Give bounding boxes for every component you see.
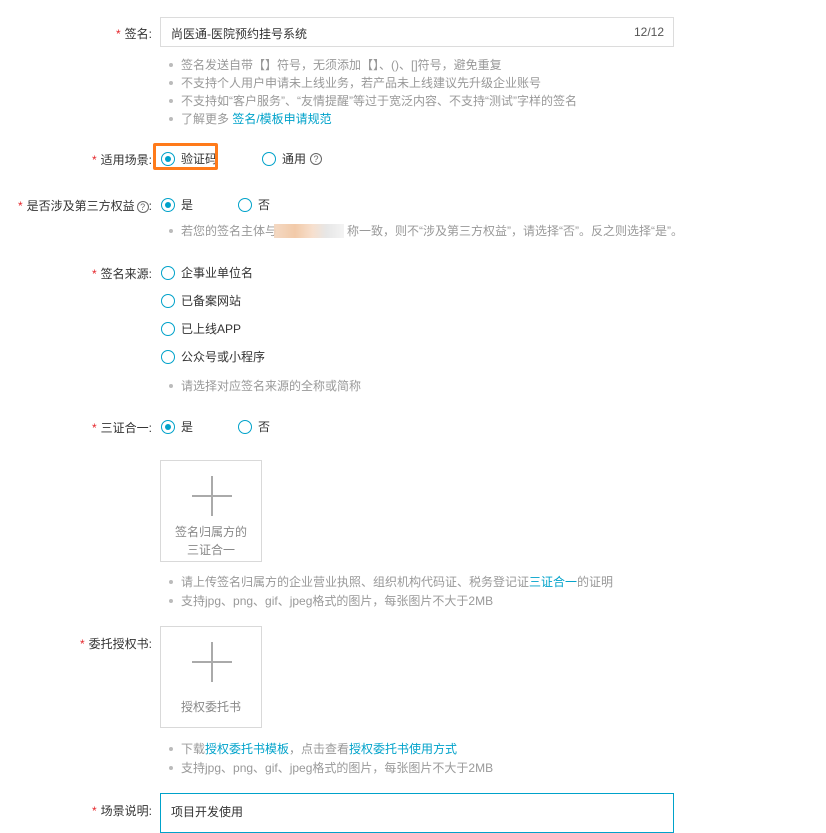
three-in-one-link[interactable]: 三证合一 — [529, 575, 577, 589]
signature-hint-more: 了解更多 签名/模板申请规范 — [166, 110, 332, 128]
signature-hint-2: 不支持个人用户申请未上线业务，若产品未上线建议先升级企业账号 — [166, 74, 541, 92]
third-party-hint: 若您的签名主体与 称一致，则不“涉及第三方权益”，请选择“否”。反之则选择“是”。 — [166, 222, 683, 240]
source-label: * 签名来源: — [91, 267, 152, 281]
spec-link[interactable]: 签名/模板申请规范 — [232, 112, 331, 126]
radio-unchecked-icon — [238, 197, 252, 212]
source-option-app[interactable]: 已上线APP — [161, 320, 241, 337]
signature-hint-1: 签名发送自带【】符号，无须添加【】、()、[]符号，避免重复 — [166, 56, 502, 74]
three-in-one-yes[interactable]: 是 — [161, 418, 193, 435]
signature-input[interactable]: 尚医通-医院预约挂号系统 12/12 — [160, 17, 674, 47]
three-in-one-hint-2: 支持jpg、png、gif、jpeg格式的图片，每张图片不大于2MB — [166, 592, 493, 610]
radio-checked-icon — [161, 197, 175, 212]
source-option-official[interactable]: 公众号或小程序 — [161, 348, 265, 365]
radio-unchecked-icon — [161, 321, 175, 336]
help-icon[interactable]: ? — [136, 201, 149, 213]
three-in-one-upload[interactable]: 签名归属方的 三证合一 — [160, 460, 262, 562]
description-textarea[interactable]: 项目开发使用 — [160, 793, 674, 833]
source-option-company[interactable]: 企事业单位名 — [161, 264, 253, 281]
authorization-hint-1: 下载授权委托书模板，点击查看授权委托书使用方式 — [166, 740, 457, 758]
authorization-upload[interactable]: 授权委托书 — [160, 626, 262, 728]
upload-text: 授权委托书 — [180, 700, 241, 714]
signature-label: * 签名: — [115, 27, 152, 41]
three-in-one-no[interactable]: 否 — [238, 418, 270, 435]
source-option-website[interactable]: 已备案网站 — [161, 292, 241, 309]
signature-value: 尚医通-医院预约挂号系统 — [171, 27, 307, 41]
radio-unchecked-icon — [238, 419, 252, 434]
upload-text-line2: 三证合一 — [186, 543, 235, 557]
radio-checked-icon — [161, 419, 175, 434]
plus-icon — [192, 476, 232, 516]
three-in-one-label: * 三证合一: — [91, 421, 152, 435]
three-in-one-hint-1: 请上传签名归属方的企业营业执照、组织机构代码证、税务登记证三证合一的证明 — [166, 573, 613, 591]
template-link[interactable]: 授权委托书模板 — [205, 742, 289, 756]
radio-unchecked-icon — [161, 349, 175, 364]
authorization-hint-2: 支持jpg、png、gif、jpeg格式的图片，每张图片不大于2MB — [166, 759, 493, 777]
radio-unchecked-icon — [161, 293, 175, 308]
source-hint: 请选择对应签名来源的全称或简称 — [166, 377, 361, 395]
scene-label: * 适用场景: — [91, 153, 152, 167]
redacted-text — [274, 224, 344, 238]
third-party-yes[interactable]: 是 — [161, 196, 193, 213]
usage-link[interactable]: 授权委托书使用方式 — [349, 742, 457, 756]
third-party-label: * 是否涉及第三方权益?: — [17, 199, 152, 213]
help-icon[interactable]: ? — [310, 152, 323, 165]
upload-text-line1: 签名归属方的 — [174, 525, 247, 539]
signature-hint-3: 不支持如“客户服务”、“友情提醒”等过于宽泛内容、不支持“测试”字样的签名 — [166, 92, 577, 110]
third-party-no[interactable]: 否 — [238, 196, 270, 213]
authorization-label: * 委托授权书: — [79, 637, 152, 651]
radio-unchecked-icon — [262, 151, 276, 166]
plus-icon — [192, 642, 232, 682]
highlight-box — [153, 143, 218, 170]
radio-unchecked-icon — [161, 265, 175, 280]
description-label: * 场景说明: — [91, 804, 152, 818]
description-value: 项目开发使用 — [171, 805, 244, 819]
signature-char-count: 12/12 — [633, 25, 664, 39]
scene-option-general[interactable]: 通用? — [262, 150, 323, 167]
